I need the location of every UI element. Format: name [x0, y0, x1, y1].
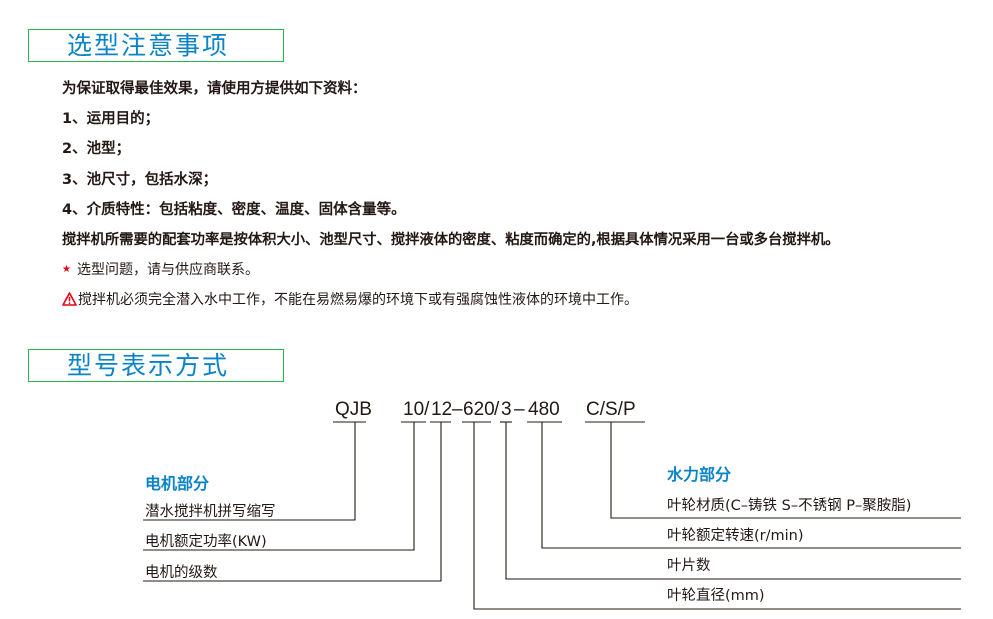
notes-warning-line: 搅拌机必须完全潜入水中工作，不能在易燃易爆的环境下或有强腐蚀性液体的环境中工作。 — [62, 290, 638, 310]
notes-item-4: 4、介质特性：包括粘度、密度、温度、固体含量等。 — [62, 202, 406, 218]
hydraulic-label-blades: 叶片数 — [667, 557, 711, 574]
motor-group-title: 电机部分 — [145, 474, 209, 493]
notes-intro: 为保证取得最佳效果，请使用方提供如下资料： — [62, 81, 367, 97]
notes-power: 搅拌机所需要的配套功率是按体积大小、池型尺寸、搅拌液体的密度、粘度而确定的,根据… — [62, 232, 840, 248]
notes-item-1: 1、运用目的； — [62, 111, 160, 127]
notes-star-line: ★ 选型问题，请与供应商联系。 — [62, 260, 259, 280]
notes-item-2: 2、池型； — [62, 141, 131, 157]
motor-label-abbr: 潜水搅拌机拼写缩写 — [145, 503, 276, 520]
hydraulic-label-material: 叶轮材质(C–铸铁 S–不锈钢 P–聚胺脂) — [667, 497, 911, 514]
motor-label-level: 电机的级数 — [145, 564, 218, 581]
code-blades: 3 — [501, 399, 512, 420]
code-speed: 480 — [528, 399, 560, 420]
code-dash-1: – — [452, 399, 463, 420]
code-qjb: QJB — [335, 399, 372, 420]
notes-star-text: 选型问题，请与供应商联系。 — [76, 262, 259, 278]
code-level: 12 — [431, 399, 452, 420]
leader-level — [143, 422, 442, 582]
code-material: C/S/P — [586, 399, 636, 420]
code-dash-2: – — [514, 399, 525, 420]
leader-diameter — [473, 422, 961, 610]
hydraulic-label-speed: 叶轮额定转速(r/min) — [667, 527, 804, 544]
code-diameter: 620 — [463, 399, 495, 420]
star-icon: ★ — [62, 264, 71, 275]
code-slash: / — [494, 399, 500, 420]
motor-label-power: 电机额定功率(KW) — [145, 533, 267, 550]
code-power: 10/ — [403, 399, 430, 420]
notes-warning-text: 搅拌机必须完全潜入水中工作，不能在易燃易爆的环境下或有强腐蚀性液体的环境中工作。 — [78, 292, 638, 308]
section-title-notes: 选型注意事项 — [28, 29, 284, 62]
warning-icon — [62, 292, 77, 306]
notes-item-3: 3、池尺寸，包括水深； — [62, 172, 218, 188]
hydraulic-group-title: 水力部分 — [667, 465, 731, 484]
model-code-diagram: QJB 10/ 12 – 620 / 3 – 480 C/S/P 电机部分 潜水… — [143, 399, 961, 610]
section-title-model: 型号表示方式 — [28, 349, 284, 382]
hydraulic-label-diameter: 叶轮直径(mm) — [667, 587, 765, 604]
